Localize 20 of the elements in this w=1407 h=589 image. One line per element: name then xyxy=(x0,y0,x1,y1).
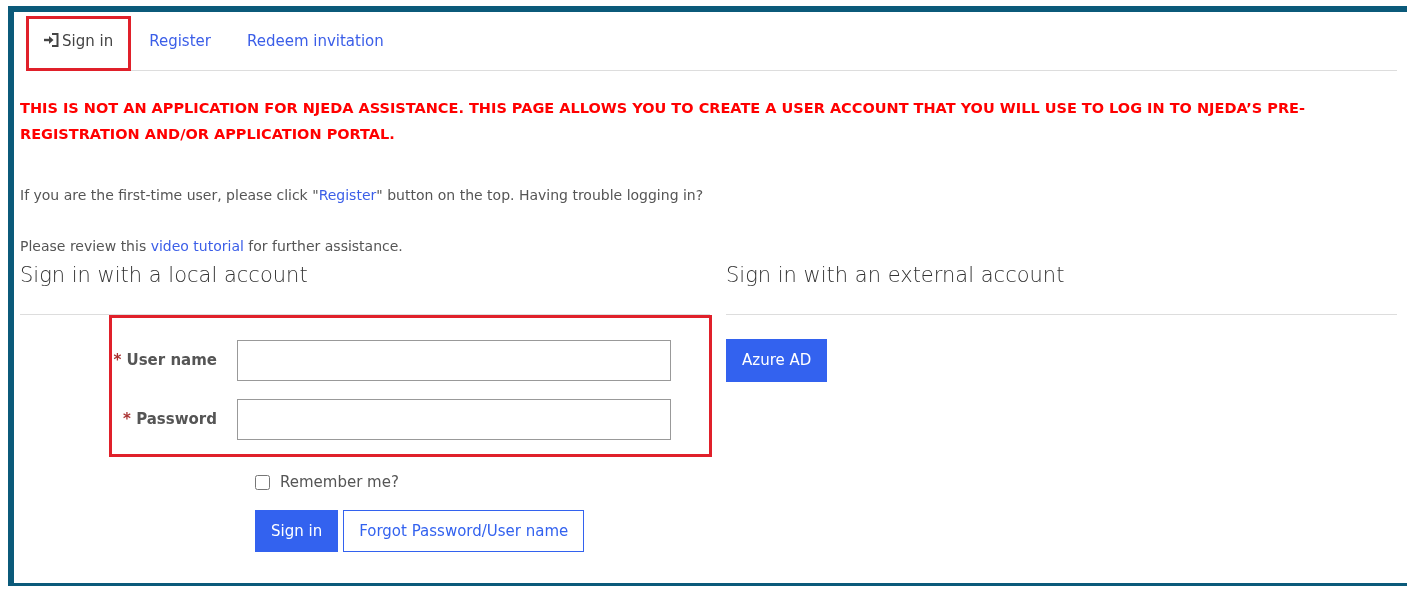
forgot-password-button[interactable]: Forgot Password/User name xyxy=(343,509,585,553)
section-heading: Sign in with a local account xyxy=(20,263,309,289)
input-field[interactable] xyxy=(237,340,671,382)
field-label: * User name xyxy=(112,350,218,372)
field-label: * Password xyxy=(122,409,218,431)
tab[interactable]: Sign in xyxy=(26,17,131,70)
intro-text: If you are the first-time user, please click "Register" button on the top. Having trouble logging in? xyxy=(20,186,705,205)
provider-button[interactable]: Azure AD xyxy=(726,339,828,382)
warning-text: THIS IS NOT AN APPLICATION FOR NJEDA ASSISTANCE. THIS PAGE ALLOWS YOU TO CREATE A USER ACCOUNT THAT YOU WILL USE TO LOG IN TO NJEDA’S PRE-REGISTRATION AND/OR APPLICATION PORTAL. xyxy=(20,99,1307,144)
input-field[interactable] xyxy=(237,399,671,441)
tab[interactable]: Redeem invitation xyxy=(229,17,401,70)
tab[interactable]: Register xyxy=(132,17,228,70)
link[interactable]: Register xyxy=(318,187,377,203)
checkbox-label: Remember me? xyxy=(280,472,399,494)
help-text: Please review this video tutorial for further assistance. xyxy=(20,237,404,256)
sign-in-button[interactable]: Sign in xyxy=(255,509,339,553)
sign-in-icon xyxy=(43,31,60,48)
link[interactable]: video tutorial xyxy=(150,238,244,254)
section-heading: Sign in with an external account xyxy=(726,263,1066,289)
checkbox[interactable] xyxy=(255,474,270,490)
